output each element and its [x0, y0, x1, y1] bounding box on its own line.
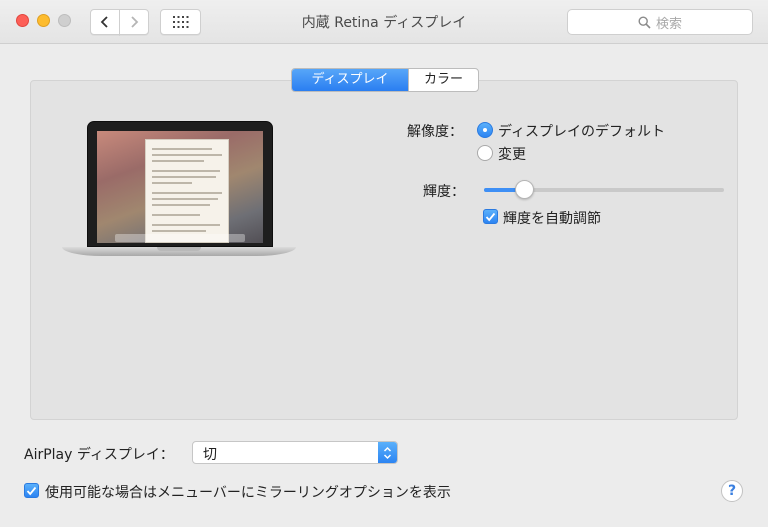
auto-brightness-checkbox[interactable]	[483, 209, 498, 224]
updown-chevron-icon	[383, 446, 392, 459]
airplay-label: AirPlay ディスプレイ：	[24, 447, 174, 463]
system-preferences-window: 内蔵 Retina ディスプレイ 検索 ディスプレイ カラー 解像度： ディスプ…	[0, 0, 768, 527]
checkmark-icon	[485, 212, 496, 221]
search-placeholder: 検索	[655, 16, 682, 32]
dock	[115, 234, 245, 242]
magnifier-icon	[638, 15, 651, 29]
popup-arrows	[378, 442, 397, 463]
help-button[interactable]: ?	[721, 480, 743, 502]
airplay-popup[interactable]: 切	[192, 441, 398, 464]
airplay-value: 切	[203, 447, 217, 463]
tab-display[interactable]: ディスプレイ	[292, 69, 408, 91]
document-window	[145, 139, 229, 243]
laptop-lid	[87, 121, 273, 247]
auto-brightness-label[interactable]: 輝度を自動調節	[503, 208, 601, 228]
mirroring-label[interactable]: 使用可能な場合はメニューバーにミラーリングオプションを表示	[45, 482, 451, 502]
resolution-default-radio[interactable]	[477, 122, 493, 138]
macbook-illustration	[62, 121, 296, 263]
checkmark-icon	[26, 486, 37, 495]
title-bar: 内蔵 Retina ディスプレイ 検索	[0, 0, 768, 44]
tab-color[interactable]: カラー	[408, 69, 478, 91]
search-field[interactable]: 検索	[567, 9, 753, 35]
brightness-label: 輝度：	[423, 184, 465, 200]
laptop-screen	[97, 131, 263, 243]
resolution-scaled-label[interactable]: 変更	[498, 144, 526, 164]
help-icon: ?	[727, 483, 737, 499]
resolution-scaled-radio[interactable]	[477, 145, 493, 161]
laptop-notch	[157, 247, 201, 251]
segmented-tabs: ディスプレイ カラー	[291, 68, 479, 92]
resolution-label: 解像度：	[407, 124, 463, 140]
resolution-default-label[interactable]: ディスプレイのデフォルト	[498, 121, 665, 141]
mirroring-checkbox[interactable]	[24, 483, 39, 498]
